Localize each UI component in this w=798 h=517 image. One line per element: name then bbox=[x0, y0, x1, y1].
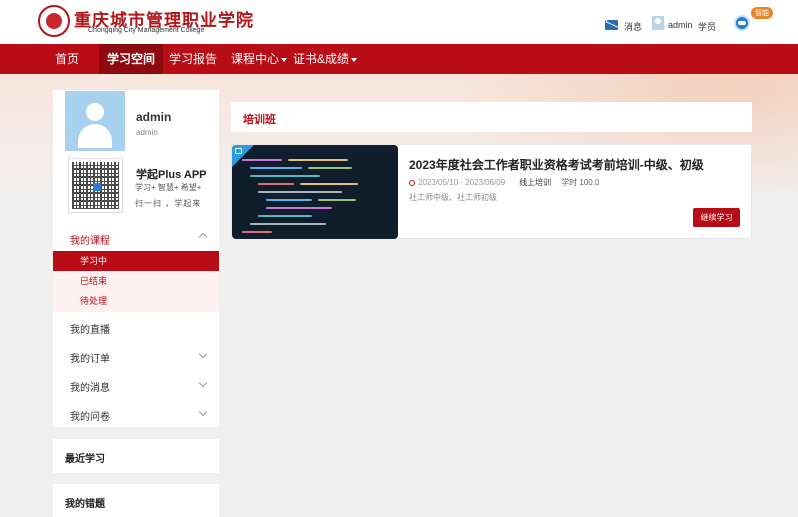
menu-my-courses-label: 我的课程 bbox=[70, 236, 110, 247]
course-tags: 社工师中级、社工师初级 bbox=[409, 193, 497, 202]
course-title[interactable]: 2023年度社会工作者职业资格考试考前培训-中级、初级 bbox=[409, 156, 704, 173]
nav-course-center[interactable]: 课程中心 bbox=[231, 44, 288, 74]
robot-icon[interactable] bbox=[734, 15, 750, 31]
menu-my-orders[interactable]: 我的订单 bbox=[53, 341, 219, 370]
chevron-down-icon bbox=[198, 378, 208, 388]
user-icon[interactable] bbox=[652, 16, 664, 30]
course-card[interactable]: 2023年度社会工作者职业资格考试考前培训-中级、初级 2023/05/10 -… bbox=[231, 144, 752, 239]
continue-learning-button[interactable]: 继续学习 bbox=[693, 208, 740, 227]
panel-my-mistakes[interactable]: 我的错题 bbox=[53, 484, 219, 517]
course-meta: 2023/05/10 - 2023/06/09 线上培训 学时 100.0 bbox=[409, 177, 599, 188]
mail-icon[interactable] bbox=[605, 20, 618, 30]
nav-certificates-scores[interactable]: 证书&成绩 bbox=[293, 44, 358, 74]
submenu-finished[interactable]: 已结束 bbox=[53, 271, 219, 291]
submenu-pending[interactable]: 待处理 bbox=[53, 291, 219, 311]
header-role: 学员 bbox=[698, 22, 717, 32]
menu-my-live[interactable]: 我的直播 bbox=[53, 312, 219, 341]
menu-my-questionnaire-label: 我的问卷 bbox=[70, 412, 110, 423]
course-mode: 线上培训 bbox=[519, 178, 552, 187]
profile-name: admin bbox=[136, 110, 172, 124]
assistant-badge: 智能 bbox=[751, 7, 773, 19]
chevron-up-icon bbox=[198, 232, 208, 242]
menu-my-live-label: 我的直播 bbox=[70, 325, 110, 336]
app-scan-hint: 扫一扫 ，学起来 bbox=[135, 199, 202, 208]
menu-my-messages[interactable]: 我的消息 bbox=[53, 370, 219, 399]
caret-down-icon bbox=[351, 57, 358, 62]
avatar[interactable] bbox=[65, 91, 125, 151]
top-bar: 重庆城市管理职业学院 Chongqing City Management Col… bbox=[0, 0, 798, 44]
nav-learning-space[interactable]: 学习空间 bbox=[99, 44, 164, 74]
app-logo-icon bbox=[93, 183, 101, 191]
panel-recent-learning[interactable]: 最近学习 bbox=[53, 439, 219, 473]
panel-my-mistakes-title: 我的错题 bbox=[65, 499, 105, 510]
menu-my-courses[interactable]: 我的课程 bbox=[53, 226, 219, 248]
menu-my-messages-label: 我的消息 bbox=[70, 383, 110, 394]
profile-username: admin bbox=[136, 128, 158, 137]
course-hours: 学时 100.0 bbox=[561, 178, 600, 187]
course-thumbnail[interactable] bbox=[232, 145, 398, 239]
messages-link[interactable]: 消息 bbox=[624, 20, 642, 33]
my-courses-submenu: 学习中 已结束 待处理 bbox=[53, 251, 219, 312]
header-username[interactable]: admin bbox=[668, 20, 693, 30]
submenu-in-progress[interactable]: 学习中 bbox=[53, 251, 219, 271]
screen-icon bbox=[235, 148, 242, 154]
main-nav: 首页 学习空间 学习报告 课程中心 证书&成绩 bbox=[0, 44, 798, 74]
app-title: 学起Plus APP bbox=[136, 169, 207, 181]
chevron-down-icon bbox=[198, 349, 208, 359]
app-qr-code bbox=[68, 158, 123, 213]
panel-recent-learning-title: 最近学习 bbox=[65, 454, 105, 465]
college-seal-logo[interactable] bbox=[38, 5, 70, 37]
nav-learning-report[interactable]: 学习报告 bbox=[169, 44, 217, 74]
section-title: 培训班 bbox=[243, 114, 276, 126]
menu-my-orders-label: 我的订单 bbox=[70, 354, 110, 365]
caret-down-icon bbox=[281, 57, 288, 62]
course-date-range: 2023/05/10 - 2023/06/09 bbox=[418, 178, 506, 187]
app-tags: 学习+ 智慧+ 希望+ bbox=[135, 183, 202, 192]
chevron-down-icon bbox=[198, 407, 208, 417]
college-name-en: Chongqing City Management College bbox=[88, 27, 205, 34]
section-header: 培训班 bbox=[231, 102, 752, 132]
nav-home[interactable]: 首页 bbox=[55, 44, 79, 74]
menu-my-questionnaire[interactable]: 我的问卷 bbox=[53, 399, 219, 427]
clock-icon bbox=[409, 180, 415, 186]
